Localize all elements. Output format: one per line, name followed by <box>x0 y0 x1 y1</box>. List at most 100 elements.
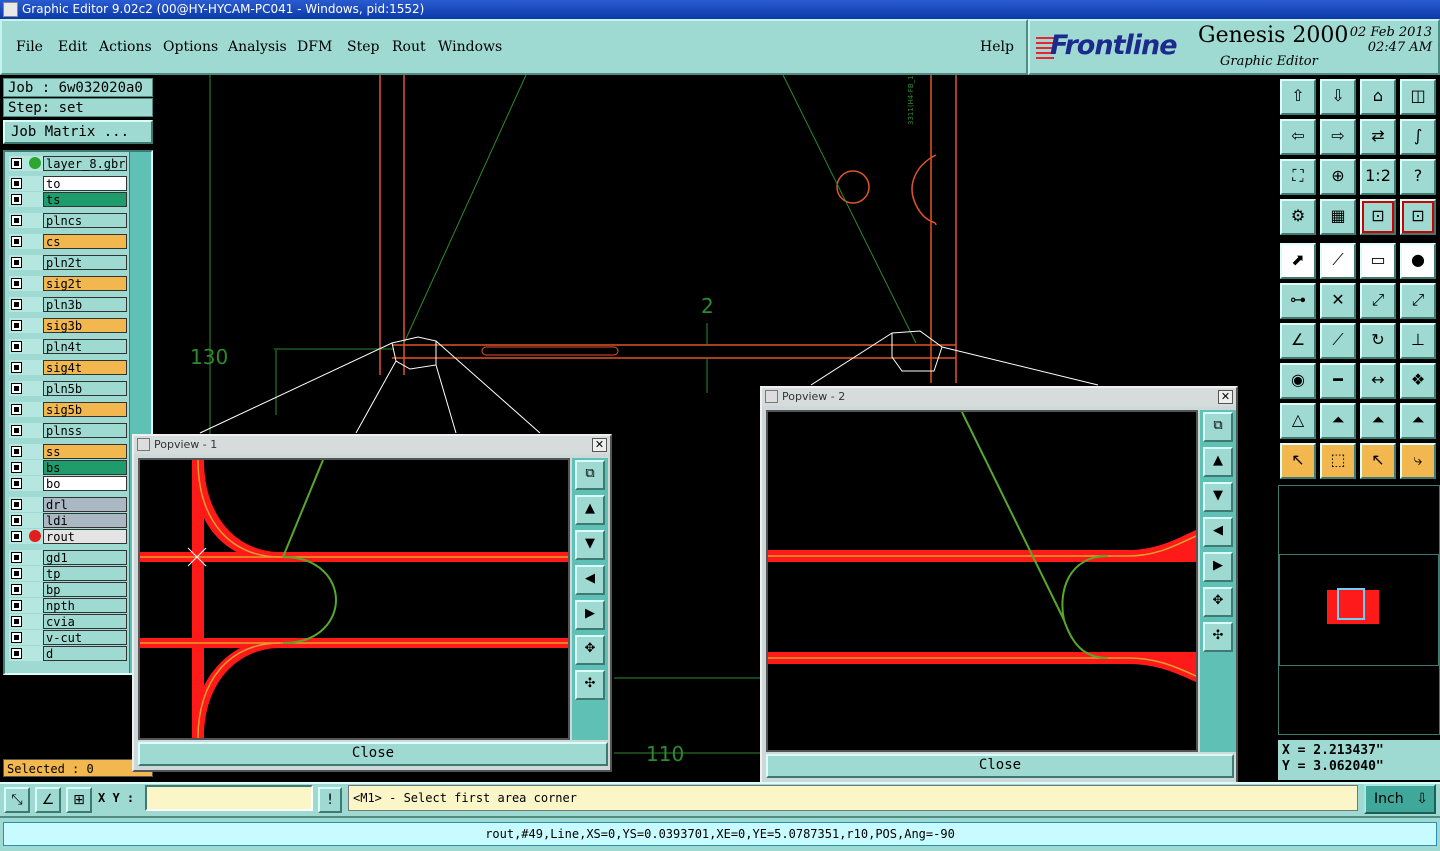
layer-name[interactable]: plncs <box>43 213 127 228</box>
layer-row[interactable]: plnss <box>9 423 127 438</box>
layer-checkbox[interactable] <box>11 257 22 268</box>
home-down-icon[interactable]: ⇩ <box>1320 79 1356 115</box>
menu-analysis[interactable]: Analysis <box>228 39 287 55</box>
layer-checkbox[interactable] <box>11 600 22 611</box>
layer-name[interactable]: pln3b <box>43 297 127 312</box>
layer-row[interactable]: ts <box>9 192 127 207</box>
layer-row[interactable]: drl <box>9 497 127 512</box>
pan-up-icon[interactable]: ▲ <box>575 495 605 525</box>
layer-row[interactable]: pln5b <box>9 381 127 396</box>
layer-name[interactable]: sig4t <box>43 360 127 375</box>
arrow-left-icon[interactable]: ⇦ <box>1280 119 1316 155</box>
ratio-icon[interactable]: 1:2 <box>1360 159 1396 195</box>
select-icon[interactable]: ⬈ <box>1280 243 1316 279</box>
pan-down-icon[interactable]: ▼ <box>1203 482 1233 512</box>
menu-options[interactable]: Options <box>163 39 218 55</box>
units-button[interactable]: Inch ⇩ <box>1364 784 1436 814</box>
layer-row[interactable]: sig4t <box>9 360 127 375</box>
layer-row[interactable]: sig3b <box>9 318 127 333</box>
layer-checkbox[interactable] <box>11 158 22 169</box>
grid-icon[interactable]: ▦ <box>1320 199 1356 235</box>
zoom-out-icon[interactable]: ✣ <box>575 670 605 700</box>
layer-checkbox[interactable] <box>11 568 22 579</box>
layer-checkbox[interactable] <box>11 425 22 436</box>
layer-row[interactable]: npth <box>9 598 127 613</box>
layer-name[interactable]: bs <box>43 460 127 475</box>
menu-dfm[interactable]: DFM <box>297 39 332 55</box>
menu-step[interactable]: Step <box>347 39 379 55</box>
pan-up-icon[interactable]: ▲ <box>1203 447 1233 477</box>
layer-checkbox[interactable] <box>11 531 22 542</box>
home-up-icon[interactable]: ⇧ <box>1280 79 1316 115</box>
arc-icon[interactable]: ↻ <box>1360 323 1396 359</box>
layer-row[interactable]: pln3b <box>9 297 127 312</box>
layer-name[interactable]: sig5b <box>43 402 127 417</box>
menu-rout[interactable]: Rout <box>392 39 426 55</box>
menu-file[interactable]: File <box>16 39 43 55</box>
popview-2-close-button[interactable]: Close <box>766 754 1234 778</box>
layer-name[interactable]: plnss <box>43 423 127 438</box>
grid-snap-icon[interactable]: ⊞ <box>66 787 92 813</box>
layer-row[interactable]: v-cut <box>9 630 127 645</box>
layer-row[interactable]: sig2t <box>9 276 127 291</box>
layer-name[interactable]: cvia <box>43 614 127 629</box>
measure-icon[interactable]: ⟋ <box>1320 243 1356 279</box>
pointer3-icon[interactable]: ↖ <box>1360 443 1396 479</box>
triangle-icon[interactable]: △ <box>1280 403 1316 439</box>
triangle2-icon[interactable]: ⏶ <box>1320 403 1356 439</box>
cross-icon[interactable]: ✕ <box>1320 283 1356 319</box>
layer-row[interactable]: bs <box>9 460 127 475</box>
layer-row[interactable]: rout <box>9 529 127 544</box>
pointer2-icon[interactable]: ⬚ <box>1320 443 1356 479</box>
layer-checkbox[interactable] <box>11 341 22 352</box>
layer-checkbox[interactable] <box>11 362 22 373</box>
pan-right-icon[interactable]: ▶ <box>1203 552 1233 582</box>
zoom-fit-icon[interactable]: ⧉ <box>575 460 605 490</box>
pan-left-icon[interactable]: ◀ <box>575 565 605 595</box>
popview-1-close-button[interactable]: Close <box>138 742 608 766</box>
layer-row[interactable]: cvia <box>9 614 127 629</box>
net-icon[interactable]: ⊶ <box>1280 283 1316 319</box>
triangle3-icon[interactable]: ⏶ <box>1360 403 1396 439</box>
layer-row[interactable]: ss <box>9 444 127 459</box>
layer-name[interactable]: pln4t <box>43 339 127 354</box>
layer-checkbox[interactable] <box>11 446 22 457</box>
alert-button[interactable]: ! <box>318 787 342 813</box>
layer-checkbox[interactable] <box>11 515 22 526</box>
pad2-icon[interactable]: ◉ <box>1280 363 1316 399</box>
layer-row[interactable]: sig5b <box>9 402 127 417</box>
swap-icon[interactable]: ⇄ <box>1360 119 1396 155</box>
zoom-fit-icon[interactable]: ⧉ <box>1203 412 1233 442</box>
ruler-icon[interactable]: ▭ <box>1360 243 1396 279</box>
layer-row[interactable]: plncs <box>9 213 127 228</box>
dim-icon[interactable]: ↔ <box>1360 363 1396 399</box>
menu-edit[interactable]: Edit <box>58 39 87 55</box>
layer-checkbox[interactable] <box>11 648 22 659</box>
layer-name[interactable]: ts <box>43 192 127 207</box>
layer-name[interactable]: sig2t <box>43 276 127 291</box>
layer-name[interactable]: to <box>43 176 127 191</box>
layer-checkbox[interactable] <box>11 278 22 289</box>
blob-icon[interactable]: ❖ <box>1400 363 1436 399</box>
popview-2-view[interactable] <box>766 410 1198 752</box>
line-icon[interactable]: ⟋ <box>1320 323 1356 359</box>
layer-checkbox[interactable] <box>11 584 22 595</box>
layer-name[interactable]: bp <box>43 582 127 597</box>
triangle4-icon[interactable]: ⏶ <box>1400 403 1436 439</box>
menu-windows[interactable]: Windows <box>438 39 502 55</box>
window-icon[interactable]: ◫ <box>1400 79 1436 115</box>
layer-name[interactable]: ss <box>43 444 127 459</box>
help-icon[interactable]: ? <box>1400 159 1436 195</box>
layer-checkbox[interactable] <box>11 632 22 643</box>
layer-name[interactable]: d <box>43 646 127 661</box>
s-curve-icon[interactable]: ∫ <box>1400 119 1436 155</box>
menu-actions[interactable]: Actions <box>99 39 152 55</box>
pad-icon[interactable]: ● <box>1400 243 1436 279</box>
layer-name[interactable]: bo <box>43 476 127 491</box>
minus-icon[interactable]: ━ <box>1320 363 1356 399</box>
pointer-icon[interactable]: ↖ <box>1280 443 1316 479</box>
layer-checkbox[interactable] <box>11 320 22 331</box>
popview-2-titlebar[interactable]: Popview - 2 <box>762 388 1236 406</box>
layer-checkbox[interactable] <box>11 383 22 394</box>
measure-icon[interactable]: ∠ <box>35 787 61 813</box>
